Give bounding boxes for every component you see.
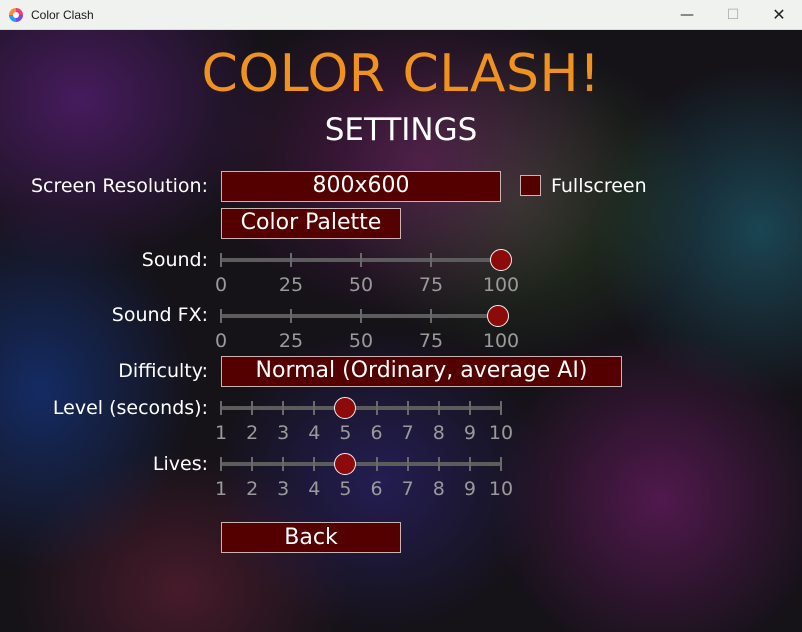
fullscreen-checkbox[interactable] [520, 175, 541, 196]
slider-tick-label: 10 [488, 478, 514, 500]
slider-tick [437, 457, 440, 471]
slider-tick-label: 75 [418, 330, 444, 352]
slider-tick-label: 6 [370, 422, 383, 444]
slider-tick-label: 10 [488, 422, 514, 444]
slider-tick-label: 2 [246, 422, 259, 444]
slider-tick-label: 4 [308, 422, 321, 444]
page-title: SETTINGS [324, 112, 478, 148]
slider-tick [313, 457, 316, 471]
slider-tick [375, 401, 378, 415]
slider-tick-label: 75 [418, 274, 444, 296]
resolution-label: Screen Resolution: [30, 175, 208, 197]
app-icon [9, 8, 23, 22]
slider-tick-label: 2 [246, 478, 259, 500]
color-palette-button[interactable]: Color Palette [221, 208, 401, 239]
slider-tick [375, 457, 378, 471]
slider-tick [430, 253, 432, 267]
slider-tick [251, 457, 254, 471]
slider-tick [360, 253, 362, 267]
lives-label: Lives: [152, 453, 208, 475]
slider-tick-label: 0 [214, 330, 228, 352]
slider-tick-label: 5 [339, 422, 352, 444]
slider-tick-label: 25 [278, 330, 304, 352]
slider-tick-label: 8 [432, 422, 445, 444]
level-slider[interactable]: 1 2 3 4 5 6 7 8 9 10 [215, 397, 513, 444]
slider-tick-label: 50 [348, 274, 374, 296]
slider-tick [468, 401, 471, 415]
slider-tick [500, 401, 502, 415]
slider-tick [220, 253, 222, 267]
slider-tick-label: 9 [463, 422, 476, 444]
slider-tick-label: 8 [432, 478, 445, 500]
minimize-button[interactable]: — [664, 0, 710, 30]
close-button[interactable]: ✕ [756, 0, 802, 30]
lives-slider[interactable]: 1 2 3 4 5 6 7 8 9 10 [215, 453, 513, 500]
slider-tick-label: 1 [214, 422, 228, 444]
slider-tick-label: 6 [370, 478, 383, 500]
slider-tick [220, 457, 222, 471]
slider-track [221, 406, 501, 410]
back-button[interactable]: Back [221, 522, 401, 553]
slider-tick-label: 9 [463, 478, 476, 500]
game-title: COLOR CLASH! [201, 44, 601, 104]
slider-tick [220, 309, 222, 323]
slider-tick-label: 3 [277, 422, 290, 444]
slider-knob[interactable] [334, 397, 357, 419]
slider-tick [290, 253, 292, 267]
slider-tick-label: 25 [278, 274, 304, 296]
slider-tick [220, 401, 222, 415]
slider-knob[interactable] [490, 249, 512, 271]
sound-label: Sound: [141, 249, 208, 271]
slider-tick-label: 4 [308, 478, 321, 500]
maximize-button[interactable]: ☐ [710, 0, 756, 30]
slider-tick [437, 401, 440, 415]
slider-tick [290, 309, 292, 323]
window-title: Color Clash [31, 8, 94, 22]
sound-slider[interactable]: 0 25 50 75 100 [215, 249, 519, 296]
level-label: Level (seconds): [52, 397, 208, 419]
window-titlebar[interactable]: Color Clash — ☐ ✕ [0, 0, 802, 30]
difficulty-select[interactable]: Normal (Ordinary, average AI) [221, 356, 622, 387]
slider-tick-label: 7 [401, 478, 414, 500]
slider-tick [313, 401, 316, 415]
slider-tick [360, 309, 362, 323]
game-canvas: COLOR CLASH! SETTINGS Screen Resolution:… [0, 30, 802, 632]
difficulty-label: Difficulty: [118, 360, 208, 382]
slider-tick-label: 3 [277, 478, 290, 500]
slider-knob[interactable] [487, 305, 510, 327]
slider-tick-label: 7 [401, 422, 414, 444]
slider-tick-label: 100 [482, 274, 520, 296]
slider-tick [282, 457, 285, 471]
slider-tick [430, 309, 432, 323]
sound-fx-slider[interactable]: 0 25 50 75 100 [215, 305, 519, 352]
slider-tick-label: 1 [214, 478, 228, 500]
sound-fx-label: Sound FX: [111, 304, 208, 326]
slider-tick [406, 457, 409, 471]
slider-knob[interactable] [334, 453, 357, 475]
fullscreen-label: Fullscreen [551, 175, 647, 197]
slider-tick [406, 401, 409, 415]
slider-tick [251, 401, 254, 415]
slider-tick-label: 100 [482, 330, 520, 352]
slider-tick-label: 0 [214, 274, 228, 296]
slider-tick [282, 401, 285, 415]
resolution-select[interactable]: 800x600 [221, 171, 501, 202]
slider-track [221, 462, 501, 466]
slider-tick-label: 5 [339, 478, 352, 500]
slider-tick-label: 50 [348, 330, 374, 352]
slider-tick [500, 457, 502, 471]
slider-tick [468, 457, 471, 471]
